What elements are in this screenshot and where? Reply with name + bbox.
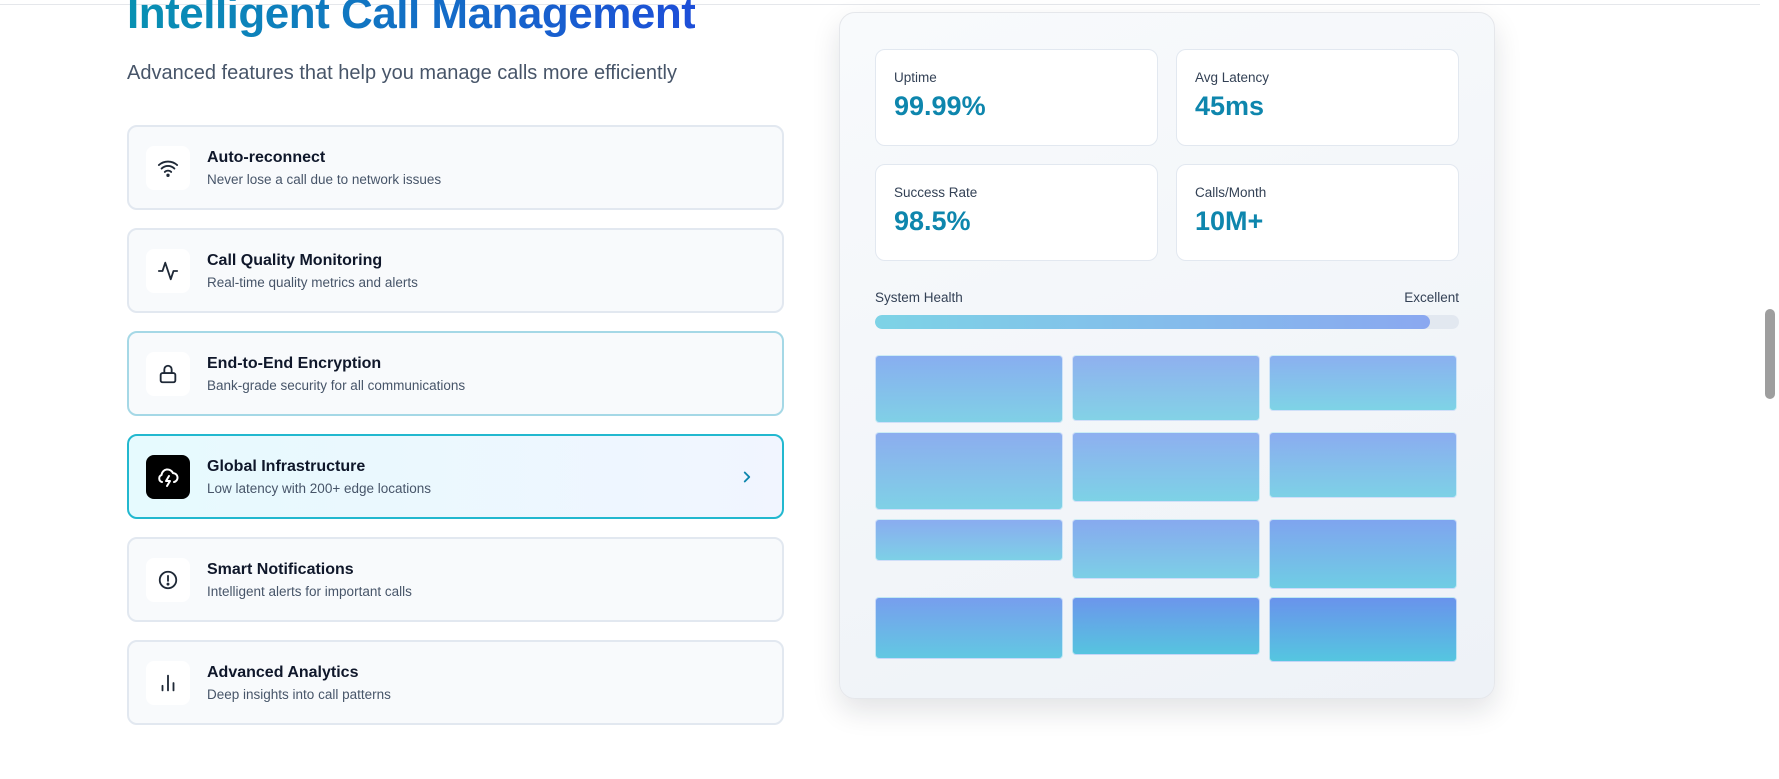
activity-tile — [1072, 432, 1260, 502]
page-title: Intelligent Call Management — [127, 0, 696, 41]
alert-circle-icon — [146, 557, 190, 602]
stat-value: 10M+ — [1195, 206, 1264, 236]
feature-description: Bank-grade security for all communicatio… — [207, 377, 466, 393]
activity-tile — [1072, 355, 1260, 421]
health-progress-bar — [875, 315, 1459, 329]
feature-description: Deep insights into call patterns — [207, 686, 391, 702]
feature-card-notifications[interactable]: Smart Notifications Intelligent alerts f… — [127, 537, 784, 622]
activity-tile — [1269, 432, 1457, 498]
activity-tile — [875, 432, 1063, 510]
stat-label: Uptime — [894, 70, 937, 85]
bar-chart-icon — [146, 660, 190, 705]
stats-panel: Uptime 99.99% Avg Latency 45ms Success R… — [839, 12, 1495, 699]
feature-title: Auto-reconnect — [207, 149, 326, 167]
feature-list: Auto-reconnect Never lose a call due to … — [127, 125, 784, 743]
feature-card-encryption[interactable]: End-to-End Encryption Bank-grade securit… — [127, 331, 784, 416]
feature-description: Real-time quality metrics and alerts — [207, 274, 418, 290]
activity-tile — [875, 519, 1063, 561]
feature-card-auto-reconnect[interactable]: Auto-reconnect Never lose a call due to … — [127, 125, 784, 210]
feature-description: Low latency with 200+ edge locations — [207, 480, 432, 496]
page-scrollbar[interactable] — [1765, 309, 1775, 399]
feature-card-global-infrastructure[interactable]: Global Infrastructure Low latency with 2… — [127, 434, 784, 519]
health-progress-fill — [875, 315, 1430, 329]
feature-description: Never lose a call due to network issues — [207, 171, 442, 187]
cloud-lightning-icon — [146, 454, 190, 499]
stat-card-uptime: Uptime 99.99% — [875, 49, 1158, 146]
activity-tile — [1269, 597, 1457, 662]
stat-value: 45ms — [1195, 91, 1265, 121]
feature-card-call-quality[interactable]: Call Quality Monitoring Real-time qualit… — [127, 228, 784, 313]
feature-description: Intelligent alerts for important calls — [207, 583, 412, 599]
activity-tile — [1269, 355, 1457, 411]
activity-icon — [146, 248, 190, 293]
stat-card-latency: Avg Latency 45ms — [1176, 49, 1459, 146]
feature-title: Smart Notifications — [207, 561, 354, 579]
stat-value: 99.99% — [894, 91, 986, 121]
stat-card-calls-month: Calls/Month 10M+ — [1176, 164, 1459, 261]
activity-tile — [1269, 519, 1457, 589]
feature-title: Advanced Analytics — [207, 664, 359, 682]
stat-label: Success Rate — [894, 185, 978, 200]
health-status: Excellent — [1404, 290, 1459, 305]
stat-label: Avg Latency — [1195, 70, 1270, 85]
stat-value: 98.5% — [894, 206, 971, 236]
health-label: System Health — [875, 290, 963, 305]
activity-tile — [1072, 519, 1260, 579]
activity-tile — [1072, 597, 1260, 655]
feature-title: Global Infrastructure — [207, 458, 366, 476]
chevron-right-icon[interactable] — [738, 468, 756, 486]
feature-title: End-to-End Encryption — [207, 355, 382, 373]
feature-title: Call Quality Monitoring — [207, 252, 383, 270]
activity-tile — [875, 355, 1063, 423]
lock-icon — [146, 351, 190, 396]
wifi-icon — [146, 145, 190, 190]
stat-card-success-rate: Success Rate 98.5% — [875, 164, 1158, 261]
page-subtitle: Advanced features that help you manage c… — [127, 62, 677, 84]
feature-card-analytics[interactable]: Advanced Analytics Deep insights into ca… — [127, 640, 784, 725]
stat-label: Calls/Month — [1195, 185, 1267, 200]
activity-tile — [875, 597, 1063, 659]
